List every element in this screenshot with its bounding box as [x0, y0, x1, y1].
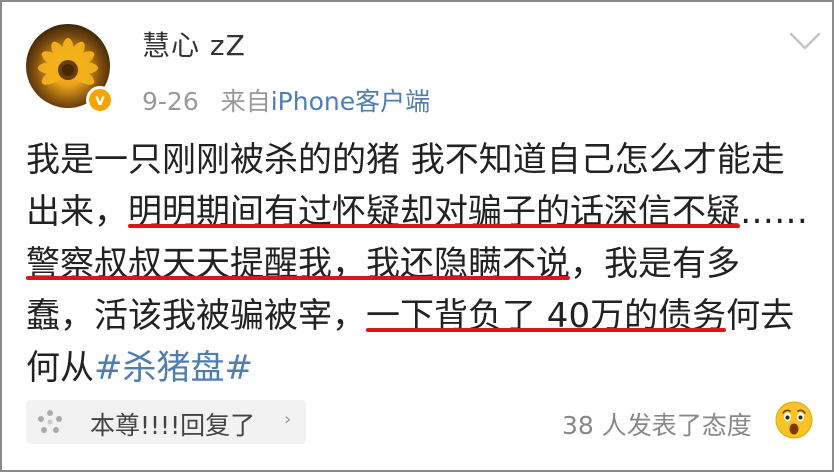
chevron-down-icon[interactable] [788, 30, 822, 52]
text-segment: 蠢，活该我被骗被宰， [26, 296, 366, 336]
comment-dots-icon [38, 410, 62, 433]
text-segment: 何去 [726, 296, 795, 336]
text-segment: 出来， [26, 192, 128, 232]
post-line: 出来，明明期间有过怀疑却对骗子的话深信不疑…… [26, 186, 808, 238]
post-line: 警察叔叔天天提醒我，我还隐瞒不说，我是有多 [26, 238, 740, 290]
text-segment: ，我是有多 [570, 244, 740, 284]
post-line: 我是一只刚刚被杀的的猪 我不知道自己怎么才能走 [26, 134, 785, 186]
weibo-post-card: v 慧心 zZ 9-26 来自iPhone客户端 我是一只刚刚被杀的的猪 我不知… [0, 0, 834, 472]
text-segment: …… [740, 192, 808, 232]
v-badge-icon: v [86, 86, 114, 114]
post-date: 9-26 [142, 87, 199, 116]
username[interactable]: 慧心 zZ [142, 24, 246, 64]
source-link[interactable]: iPhone客户端 [271, 87, 430, 116]
post-line: 蠢，活该我被骗被宰，一下背负了 40万的债务何去 [26, 290, 794, 342]
reply-label: 本尊!!!!回复了 [90, 411, 256, 440]
post-meta: 9-26 来自iPhone客户端 [142, 82, 430, 118]
underlined-segment: 明明期间有过怀疑却对骗子的话深信不疑 [128, 192, 740, 232]
source-prefix: 来自 [220, 87, 271, 116]
underlined-segment: 警察叔叔天天提醒我，我还隐瞒不说 [26, 244, 570, 284]
hashtag-link[interactable]: #杀猪盘# [94, 348, 253, 388]
chevron-right-icon: › [284, 409, 292, 430]
author-reply-bar[interactable]: 本尊!!!!回复了 › [26, 400, 306, 444]
post-line: 何从#杀猪盘# [26, 342, 253, 394]
reactions-count[interactable]: 38 人发表了态度 [562, 406, 752, 442]
text-segment: 我是一只刚刚被杀的的猪 我不知道自己怎么才能走 [26, 140, 785, 180]
surprised-face-icon[interactable] [774, 400, 814, 440]
text-segment: 何从 [26, 348, 94, 388]
underlined-segment: 一下背负了 40万的债务 [366, 296, 727, 336]
